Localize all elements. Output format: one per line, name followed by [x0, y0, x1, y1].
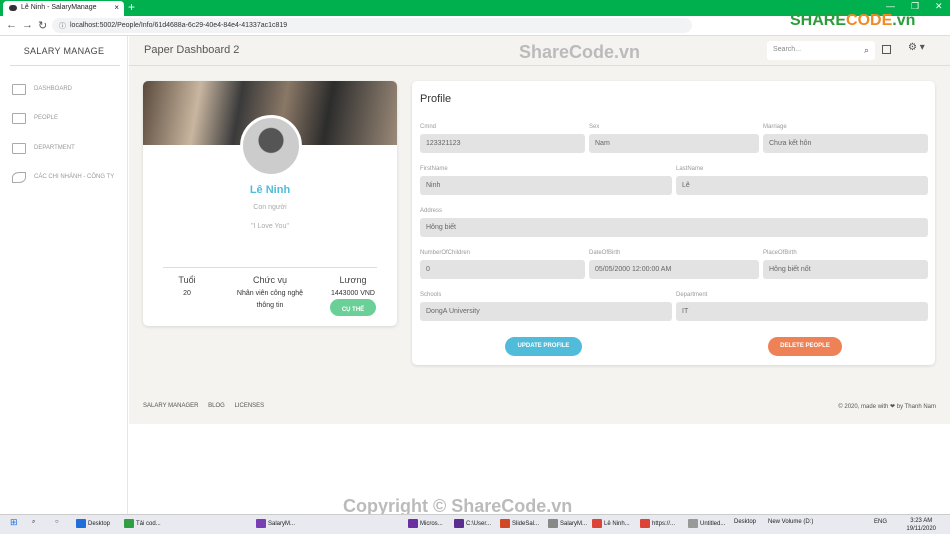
schools-field[interactable]: DongA University	[420, 302, 672, 321]
user-card: Lê Ninh Con người "I Love You" Tuổi 20 Ch…	[143, 81, 397, 326]
dob-field[interactable]: 05/05/2000 12:00:00 AM	[589, 260, 759, 279]
search-icon[interactable]: ⌕	[32, 519, 35, 526]
lastname-field[interactable]: Lê	[676, 176, 928, 195]
taskbar-item[interactable]: Desktop	[76, 519, 110, 528]
divider	[10, 65, 120, 66]
schools-label: Schools	[420, 292, 442, 298]
close-tab-icon[interactable]: ×	[114, 3, 119, 12]
taskbar-item[interactable]: New Volume (D:)	[768, 519, 813, 525]
firstname-field[interactable]: Ninh	[420, 176, 672, 195]
forward-icon[interactable]: →	[22, 19, 33, 31]
sharecode-logo: SHARECODE.vn	[790, 12, 916, 29]
grid-icon[interactable]	[882, 45, 891, 54]
restore-icon[interactable]: ❐	[911, 1, 919, 12]
taskbar-item[interactable]: SlideSal...	[500, 519, 539, 528]
id-card-icon	[12, 113, 26, 124]
pob-label: PlaceOfBirth	[763, 250, 797, 256]
favicon-icon	[9, 5, 17, 11]
language-indicator[interactable]: ENG	[874, 519, 887, 525]
sex-label: Sex	[589, 124, 600, 130]
user-name[interactable]: Lê Ninh	[143, 184, 397, 196]
children-field[interactable]: 0	[420, 260, 585, 279]
pob-field[interactable]: Hông biết nốt	[763, 260, 928, 279]
details-button[interactable]: CỤ THỂ	[330, 299, 376, 316]
back-icon[interactable]: ←	[6, 19, 17, 31]
sidebar: SALARY MANAGE DASHBOARD PEOPLE DEPARTMEN…	[0, 36, 128, 514]
taskbar-item[interactable]: Desktop	[734, 519, 756, 525]
rocket-icon	[12, 172, 26, 183]
search-input[interactable]: Search... ⌕	[767, 41, 875, 60]
info-icon: ⓘ	[59, 23, 66, 30]
gear-icon[interactable]: ⚙ ▾	[908, 42, 925, 53]
department-field[interactable]: IT	[676, 302, 928, 321]
avatar	[240, 115, 302, 177]
address-label: Address	[420, 208, 443, 214]
reload-icon[interactable]: ↻	[38, 19, 47, 32]
windows-start-icon[interactable]: ⊞	[10, 517, 18, 528]
main-panel: Paper Dashboard 2 Search... ⌕ ⚙ ▾ ShareCo…	[129, 36, 950, 516]
footer-copyright: © 2020, made with ❤ by Thanh Nam	[838, 404, 936, 410]
taskbar-item[interactable]: Micros...	[408, 519, 443, 528]
bank-icon	[12, 84, 26, 95]
lastname-label: LastName	[676, 166, 704, 172]
url-field[interactable]: ⓘ localhost:5002/People/Info/61d4688a-6c…	[52, 18, 692, 33]
department-label: Department	[676, 292, 708, 298]
children-label: NumberOfChildren	[420, 250, 471, 256]
taskbar-item[interactable]: Lê Ninh...	[592, 519, 630, 528]
profile-card: Profile Cmnd 123321123 Sex Nam Marriage …	[412, 81, 935, 365]
taskbar-item[interactable]: https://...	[640, 519, 675, 528]
stat-position: Chức vụ Nhân viên công nghệ thông tin	[236, 275, 304, 309]
footer-link-licenses[interactable]: LICENSES	[235, 403, 265, 409]
delete-people-button[interactable]: DELETE PEOPLE	[768, 337, 842, 356]
divider	[163, 267, 377, 268]
marriage-label: Marriage	[763, 124, 787, 130]
watermark-top: ShareCode.vn	[519, 42, 641, 62]
tab-title: Lê Ninh - SalaryManage	[21, 4, 97, 11]
new-tab-button[interactable]: +	[128, 0, 135, 14]
close-window-icon[interactable]: ✕	[935, 1, 943, 12]
taskbar-item[interactable]: C:\User...	[454, 519, 491, 528]
taskbar-item[interactable]: Untitled...	[688, 519, 725, 528]
stat-age: Tuổi 20	[178, 275, 196, 297]
page-title[interactable]: Paper Dashboard 2	[144, 44, 239, 56]
windows-taskbar: ⊞ ⌕ ○ Desktop Tải cod... SalaryM... Micr…	[0, 514, 950, 534]
sidebar-brand[interactable]: SALARY MANAGE	[0, 46, 128, 56]
sidebar-item-department[interactable]: DEPARTMENT	[12, 143, 128, 157]
clock[interactable]: 3:23 AM 19/11/2020	[906, 517, 936, 533]
dob-label: DateOfBirth	[589, 250, 621, 256]
address-field[interactable]: Hông biết	[420, 218, 928, 237]
firstname-label: FirstName	[420, 166, 448, 172]
taskbar-item[interactable]: Tải cod...	[124, 519, 161, 528]
browser-tab[interactable]: Lê Ninh - SalaryManage ×	[3, 1, 124, 16]
stat-salary: Lương 1443000 VND	[331, 275, 375, 297]
update-profile-button[interactable]: UPDATE PROFILE	[505, 337, 582, 356]
sidebar-item-people[interactable]: PEOPLE	[12, 113, 128, 127]
minimize-icon[interactable]: —	[886, 1, 895, 11]
sidebar-item-dashboard[interactable]: DASHBOARD	[12, 84, 128, 98]
taskbar-item[interactable]: SalaryM...	[548, 519, 587, 528]
footer-link-salary-manager[interactable]: SALARY MANAGER	[143, 403, 198, 409]
search-icon[interactable]: ⌕	[864, 45, 869, 56]
sex-field[interactable]: Nam	[589, 134, 759, 153]
sidebar-item-branches[interactable]: CÁC CHI NHÁNH - CÔNG TY	[12, 172, 128, 186]
taskbar-item[interactable]: SalaryM...	[256, 519, 295, 528]
url-text: localhost:5002/People/Info/61d4688a-6c29…	[70, 22, 288, 29]
footer-links: SALARY MANAGER BLOG LICENSES	[143, 403, 272, 409]
footer-link-blog[interactable]: BLOG	[208, 403, 225, 409]
user-role: Con người	[253, 204, 287, 211]
profile-title: Profile	[420, 93, 452, 105]
marriage-field[interactable]: Chưa kết hôn	[763, 134, 928, 153]
user-quote: "I Love You"	[251, 223, 289, 230]
cmnd-field[interactable]: 123321123	[420, 134, 585, 153]
building-icon	[12, 143, 26, 154]
cmnd-label: Cmnd	[420, 124, 437, 130]
cortana-icon[interactable]: ○	[55, 519, 59, 525]
